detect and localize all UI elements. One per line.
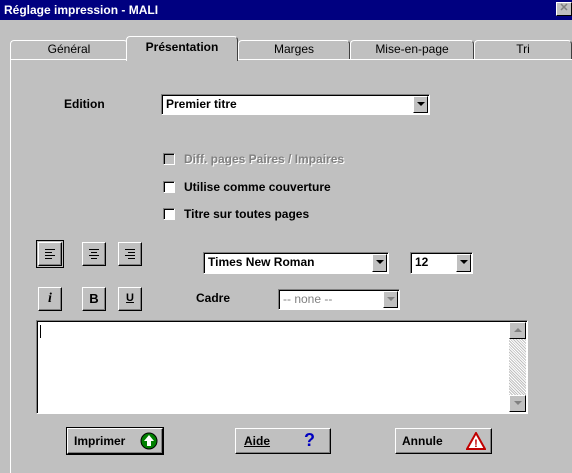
tab-strip: Général Présentation Marges Mise-en-page… xyxy=(0,20,572,61)
help-question-icon: ? xyxy=(304,430,315,450)
scroll-down-icon[interactable] xyxy=(509,395,526,412)
close-button[interactable]: ✕ xyxy=(556,2,572,16)
underline-button[interactable]: U xyxy=(118,287,142,311)
align-center-icon xyxy=(89,248,99,260)
edition-value: Premier titre xyxy=(166,97,237,111)
window-title: Réglage impression - MALI xyxy=(4,3,159,17)
tab-label: Marges xyxy=(273,42,314,56)
couverture-label: Utilise comme couverture xyxy=(184,180,331,194)
tab-label: Général xyxy=(47,42,91,56)
cancel-button[interactable]: Annule ! xyxy=(395,428,492,454)
tab-label: Tri xyxy=(516,42,530,56)
bold-button[interactable]: B xyxy=(82,287,106,311)
font-size-select[interactable]: 12 xyxy=(410,252,473,274)
align-left-icon xyxy=(45,248,55,260)
chevron-down-icon[interactable] xyxy=(383,291,398,308)
cadre-value: -- none -- xyxy=(283,292,333,306)
align-right-button[interactable] xyxy=(118,242,142,266)
text-editor[interactable] xyxy=(36,320,528,414)
italic-button[interactable]: i xyxy=(38,287,62,311)
font-family-select[interactable]: Times New Roman xyxy=(203,252,389,274)
couverture-checkbox[interactable] xyxy=(163,181,175,193)
italic-icon: i xyxy=(48,291,52,306)
bold-icon: B xyxy=(89,291,99,306)
tab-tri[interactable]: Tri xyxy=(474,40,572,59)
chevron-down-icon[interactable] xyxy=(413,96,428,113)
print-button[interactable]: Imprimer xyxy=(66,427,164,455)
edition-select[interactable]: Premier titre xyxy=(161,94,430,115)
align-right-icon xyxy=(125,248,135,260)
font-family-value: Times New Roman xyxy=(208,255,315,269)
warning-triangle-icon: ! xyxy=(466,432,486,450)
cadre-label: Cadre xyxy=(196,291,231,305)
tab-label: Présentation xyxy=(145,40,219,54)
align-left-button[interactable] xyxy=(38,242,62,266)
underline-icon: U xyxy=(126,292,134,304)
tab-mise-en-page[interactable]: Mise-en-page xyxy=(350,40,474,59)
cancel-label: Annule xyxy=(402,434,443,448)
help-label: Aide xyxy=(244,434,271,448)
cadre-select[interactable]: -- none -- xyxy=(278,289,400,310)
diff-pages-label: Diff. pages Paires / Impaires xyxy=(184,152,345,166)
print-label: Imprimer xyxy=(74,434,126,448)
titre-toutes-pages-label: Titre sur toutes pages xyxy=(184,207,310,221)
vertical-scrollbar[interactable] xyxy=(509,322,526,412)
print-arrow-icon xyxy=(140,432,158,450)
font-size-value: 12 xyxy=(415,255,429,269)
diff-pages-checkbox[interactable] xyxy=(163,153,175,165)
chevron-down-icon[interactable] xyxy=(456,254,471,272)
scroll-up-icon[interactable] xyxy=(509,322,526,339)
help-button[interactable]: Aide ? xyxy=(235,428,331,454)
close-icon: ✕ xyxy=(559,2,569,14)
chevron-down-icon[interactable] xyxy=(372,254,387,272)
svg-text:!: ! xyxy=(474,438,478,450)
edition-label: Edition xyxy=(64,97,105,111)
tab-general[interactable]: Général xyxy=(10,40,128,59)
tab-presentation[interactable]: Présentation xyxy=(126,36,238,61)
titre-toutes-pages-checkbox[interactable] xyxy=(163,208,175,220)
align-center-button[interactable] xyxy=(82,242,106,266)
text-caret xyxy=(40,325,41,338)
tab-label: Mise-en-page xyxy=(375,42,449,56)
tab-marges[interactable]: Marges xyxy=(238,40,350,59)
title-bar: Réglage impression - MALI xyxy=(0,0,572,20)
